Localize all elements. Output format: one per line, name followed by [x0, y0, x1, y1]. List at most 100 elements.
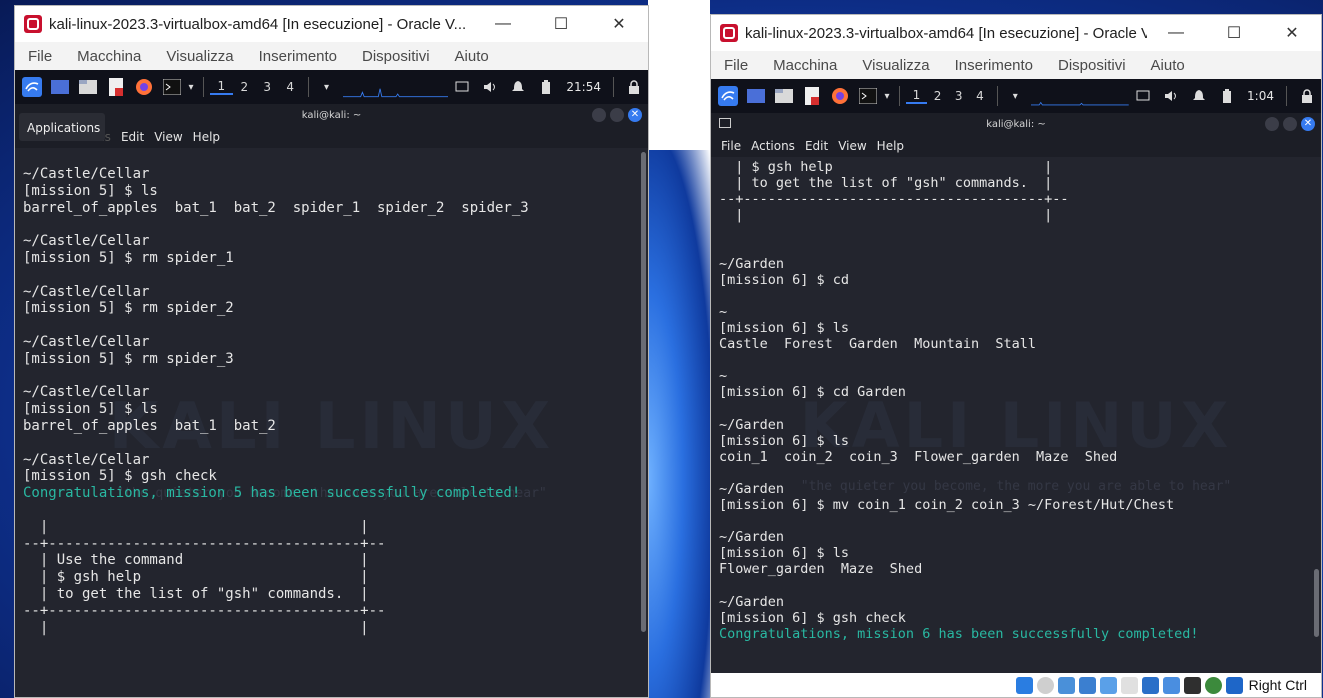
workspace-3[interactable]: 3 [256, 80, 279, 94]
cpu-graph [342, 88, 449, 98]
terminal-menu-help[interactable]: Help [193, 130, 220, 144]
keyboard-capture-icon[interactable] [1225, 676, 1243, 694]
menu-aiuto[interactable]: Aiuto [1138, 57, 1197, 74]
display-icon[interactable] [451, 77, 473, 97]
volume-icon[interactable] [1160, 86, 1182, 106]
terminal-menu-file[interactable]: File [721, 139, 741, 153]
menu-aiuto[interactable]: Aiuto [442, 48, 501, 65]
close-button[interactable]: ✕ [1263, 23, 1321, 43]
terminal-close-button[interactable]: ✕ [1301, 117, 1315, 131]
minimize-button[interactable]: — [1147, 24, 1205, 42]
workspace-4[interactable]: 4 [969, 89, 990, 103]
maximize-button[interactable]: ☐ [1205, 23, 1263, 43]
volume-icon[interactable] [479, 77, 501, 97]
terminal-maximize-button[interactable] [1283, 117, 1297, 131]
kali-menu-icon[interactable] [717, 86, 739, 106]
terminal-icon[interactable] [857, 86, 879, 106]
terminal-icon[interactable] [161, 77, 183, 97]
menu-inserimento[interactable]: Inserimento [942, 57, 1045, 74]
video-capture-icon[interactable] [1162, 676, 1180, 694]
vm-window-left[interactable]: kali-linux-2023.3-virtualbox-amd64 [In e… [14, 5, 649, 698]
window-title: kali-linux-2023.3-virtualbox-amd64 [In e… [49, 15, 467, 33]
window-titlebar[interactable]: kali-linux-2023.3-virtualbox-amd64 [In e… [15, 6, 648, 42]
menu-file[interactable]: File [711, 57, 760, 74]
menu-visualizza[interactable]: Visualizza [849, 57, 941, 74]
workspace-2[interactable]: 2 [927, 89, 948, 103]
terminal-minimize-button[interactable] [1265, 117, 1279, 131]
chevron-down-icon[interactable]: ▾ [881, 86, 893, 106]
guest-additions-icon[interactable] [1204, 676, 1222, 694]
notification-bell-icon[interactable] [507, 77, 529, 97]
battery-icon[interactable] [1216, 86, 1238, 106]
mouse-integration-icon[interactable] [1183, 676, 1201, 694]
terminal-menu-edit[interactable]: Edit [121, 130, 144, 144]
battery-icon[interactable] [535, 77, 557, 97]
panel-separator [307, 77, 309, 97]
workspace-4[interactable]: 4 [279, 80, 302, 94]
terminal-menu-help[interactable]: Help [877, 139, 904, 153]
workspace-3[interactable]: 3 [948, 89, 969, 103]
menu-file[interactable]: File [15, 48, 64, 65]
terminal-minimize-button[interactable] [592, 108, 606, 122]
usb-icon[interactable] [1099, 676, 1117, 694]
workspace-2[interactable]: 2 [233, 80, 256, 94]
terminal-scrollbar[interactable] [641, 152, 646, 632]
lock-icon[interactable] [1296, 86, 1318, 106]
terminal-titlebar[interactable]: kali@kali: ~ ✕ [711, 113, 1321, 135]
workspace-1[interactable]: 1 [209, 79, 233, 95]
menu-macchina[interactable]: Macchina [760, 57, 849, 74]
window-titlebar[interactable]: kali-linux-2023.3-virtualbox-amd64 [In e… [711, 15, 1321, 51]
hard-disk-icon[interactable] [1015, 676, 1033, 694]
menu-inserimento[interactable]: Inserimento [246, 48, 349, 65]
chevron-down-icon[interactable]: ▾ [1009, 86, 1021, 106]
firefox-icon[interactable] [829, 86, 851, 106]
kali-menu-icon[interactable] [21, 77, 43, 97]
terminal-menubar: File Actions Edit View Help [15, 126, 648, 148]
desktop-icon[interactable] [49, 77, 71, 97]
audio-icon[interactable] [1057, 676, 1075, 694]
vbox-menubar: File Macchina Visualizza Inserimento Dis… [711, 51, 1321, 79]
optical-drive-icon[interactable] [1036, 676, 1054, 694]
panel-clock[interactable]: 1:04 [1247, 89, 1274, 103]
chevron-down-icon[interactable]: ▾ [321, 77, 333, 97]
terminal-output[interactable]: ~/Castle/Cellar [mission 5] $ ls barrel_… [15, 166, 638, 697]
shared-folders-icon[interactable] [1120, 676, 1138, 694]
desktop-icon[interactable] [745, 86, 767, 106]
menu-dispositivi[interactable]: Dispositivi [349, 48, 442, 65]
display-icon[interactable] [1141, 676, 1159, 694]
terminal-maximize-button[interactable] [610, 108, 624, 122]
display-icon[interactable] [1132, 86, 1154, 106]
terminal-menu-view[interactable]: View [838, 139, 866, 153]
network-icon[interactable] [1078, 676, 1096, 694]
terminal-scrollbar[interactable] [1314, 569, 1319, 637]
terminal-menu-view[interactable]: View [154, 130, 182, 144]
terminal-title: kali@kali: ~ [301, 109, 362, 121]
text-editor-icon[interactable] [801, 86, 823, 106]
menu-visualizza[interactable]: Visualizza [153, 48, 245, 65]
vm-window-right[interactable]: kali-linux-2023.3-virtualbox-amd64 [In e… [710, 14, 1322, 698]
minimize-button[interactable]: — [474, 15, 532, 33]
lock-icon[interactable] [623, 77, 645, 97]
chevron-down-icon[interactable]: ▾ [185, 77, 197, 97]
panel-separator [613, 77, 614, 97]
guest-display[interactable]: ▾ 1 2 3 4 ▾ 1:04 kali@kali: ~ ✕ File Act… [711, 79, 1321, 673]
terminal-menu-edit[interactable]: Edit [805, 139, 828, 153]
maximize-button[interactable]: ☐ [532, 14, 590, 34]
menu-macchina[interactable]: Macchina [64, 48, 153, 65]
workspace-1[interactable]: 1 [905, 88, 927, 104]
close-button[interactable]: ✕ [590, 14, 648, 34]
text-editor-icon[interactable] [105, 77, 127, 97]
system-tray: 21:54 [448, 77, 648, 97]
notification-bell-icon[interactable] [1188, 86, 1210, 106]
panel-clock[interactable]: 21:54 [566, 80, 601, 94]
file-manager-icon[interactable] [773, 86, 795, 106]
menu-dispositivi[interactable]: Dispositivi [1045, 57, 1138, 74]
file-manager-icon[interactable] [77, 77, 99, 97]
virtualbox-icon [24, 15, 42, 33]
guest-display[interactable]: ▾ 1 2 3 4 ▾ 21:54 kali@kali: ~ ✕ Edit Vi… [15, 70, 648, 697]
firefox-icon[interactable] [133, 77, 155, 97]
terminal-titlebar[interactable]: kali@kali: ~ ✕ [15, 104, 648, 126]
terminal-menu-actions[interactable]: Actions [751, 139, 795, 153]
terminal-close-button[interactable]: ✕ [628, 108, 642, 122]
terminal-output[interactable]: | $ gsh help | | to get the list of "gsh… [711, 159, 1311, 673]
